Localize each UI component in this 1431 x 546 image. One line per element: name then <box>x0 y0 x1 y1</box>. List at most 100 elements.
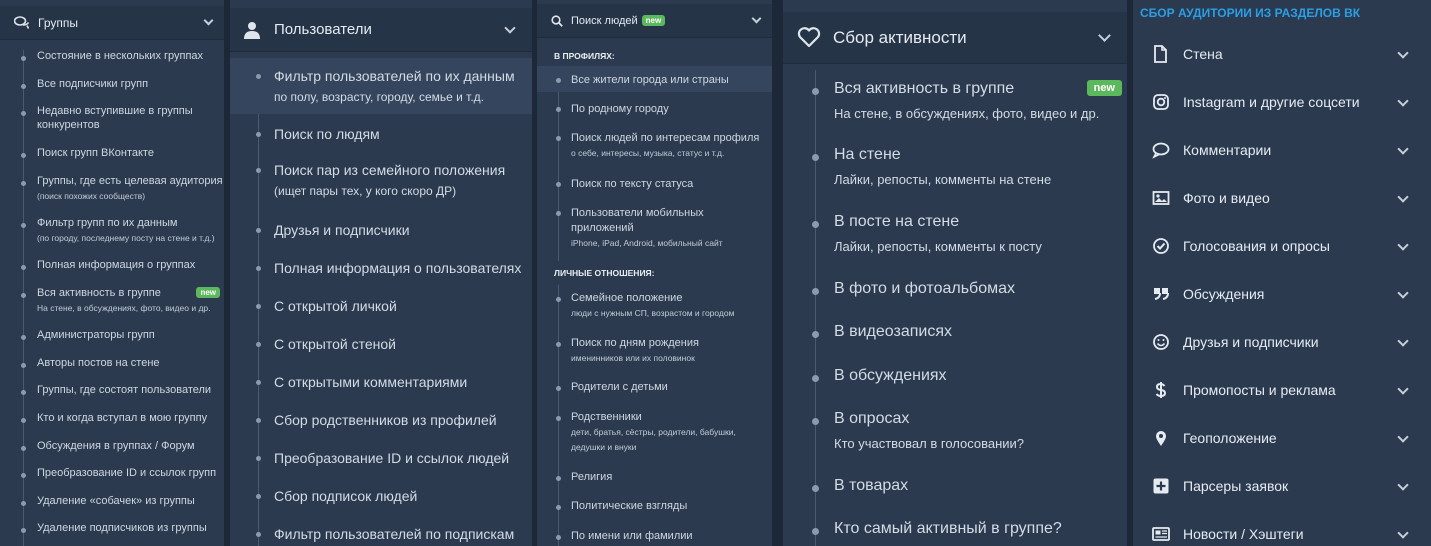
chevron-down-icon[interactable] <box>1397 47 1409 59</box>
tree-line <box>815 70 816 546</box>
user-menu-item[interactable]: Преобразование ID и ссылок людей <box>230 448 532 482</box>
chevron-down-icon[interactable] <box>504 21 516 34</box>
item-sub: Лайки, репосты, комменты на стене <box>834 172 1052 187</box>
people-menu-item[interactable]: По имени или фамилии <box>537 530 772 546</box>
comments-icon <box>14 15 30 29</box>
user-menu-item[interactable]: Поиск по людям <box>230 124 532 158</box>
people-menu-item[interactable]: Все жители города или страны <box>537 66 772 92</box>
section-menu-item[interactable]: Фото и видео <box>1133 187 1431 211</box>
bullet-dot <box>21 390 26 395</box>
activity-menu-item[interactable]: В видеозаписях <box>783 323 1127 349</box>
user-menu-item[interactable]: С открытой стеной <box>230 334 532 368</box>
people-header[interactable]: Поиск людей new <box>537 4 772 38</box>
group-menu-item[interactable]: Группы, где состоят пользователи <box>0 384 224 402</box>
user-menu-item[interactable]: Фильтр пользователей по подпискам <box>230 524 532 546</box>
section-label: Промопосты и реклама <box>1183 382 1336 398</box>
chevron-down-icon[interactable] <box>1098 28 1111 42</box>
group-menu-item[interactable]: Полная информация о группах <box>0 259 224 277</box>
section-menu-item[interactable]: Парсеры заявок <box>1133 475 1431 499</box>
group-menu-item[interactable]: Обсуждения в группах / Форум <box>0 440 224 458</box>
group-menu-item[interactable]: Преобразование ID и ссылок групп <box>0 467 224 485</box>
chevron-down-icon[interactable] <box>1397 479 1409 491</box>
bullet-dot <box>21 56 26 61</box>
group-menu-item[interactable]: Удаление подписчиков из группы <box>0 522 224 540</box>
chevron-down-icon[interactable] <box>1397 383 1409 395</box>
people-menu-item[interactable]: Пользователи мобильных приложений iPhone, … <box>537 206 772 252</box>
people-menu-item[interactable]: По родному городу <box>537 102 772 128</box>
user-menu-item[interactable]: Фильтр пользователей по их данным по полу… <box>230 58 532 114</box>
people-menu-item[interactable]: Политические взгляды <box>537 500 772 520</box>
groups-header[interactable]: Группы <box>0 6 224 40</box>
bullet-dot <box>256 266 261 271</box>
activity-menu-item[interactable]: На стене Лайки, репосты, комменты на стен… <box>783 146 1127 196</box>
item-label: Фильтр пользователей по подпискам <box>274 526 515 542</box>
people-menu-item[interactable]: Поиск людей по интересам профиля о себе, … <box>537 131 772 165</box>
group-menu-item[interactable]: Поиск групп ВКонтакте <box>0 147 224 165</box>
user-menu-item[interactable]: С открытыми комментариями <box>230 372 532 406</box>
chevron-down-icon[interactable] <box>1397 239 1409 251</box>
chevron-down-icon[interactable] <box>1397 287 1409 299</box>
user-menu-item[interactable]: Полная информация о пользователях <box>230 258 532 292</box>
user-menu-item[interactable]: Сбор подписок людей <box>230 486 532 520</box>
people-menu-item[interactable]: Семейное положение люди с нужным СП, возр… <box>537 292 772 326</box>
chevron-down-icon[interactable] <box>1397 95 1409 107</box>
item-sub: по полу, возрасту, городу, семье и т.д. <box>274 90 485 104</box>
item-label: В опросах <box>834 410 910 427</box>
section-menu-item[interactable]: Стена <box>1133 43 1431 67</box>
chevron-down-icon[interactable] <box>1397 143 1409 155</box>
section-menu-item[interactable]: Промопосты и реклама <box>1133 379 1431 403</box>
item-label: С открытыми комментариями <box>274 374 468 390</box>
chevron-down-icon[interactable] <box>1397 191 1409 203</box>
user-menu-item[interactable]: Сбор родственников из профилей <box>230 410 532 444</box>
group-menu-item[interactable]: Недавно вступившие в группы конкурентов <box>0 105 224 135</box>
section-label: Голосования и опросы <box>1183 238 1330 254</box>
people-menu-item[interactable]: Поиск по тексту статуса <box>537 177 772 203</box>
item-label: Фильтр групп по их данным <box>37 217 178 229</box>
section-menu-item[interactable]: Обсуждения <box>1133 283 1431 307</box>
chevron-down-icon[interactable] <box>203 15 214 26</box>
activity-header[interactable]: Сбор активности <box>783 12 1127 64</box>
user-menu-item[interactable]: Друзья и подписчики <box>230 220 532 254</box>
activity-menu-item[interactable]: В посте на стене Лайки, репосты, комменты… <box>783 213 1127 263</box>
section-menu-item[interactable]: Instagram и другие соцсети <box>1133 91 1431 115</box>
people-menu-item[interactable]: Родственники дети, братья, сёстры, родите… <box>537 411 772 461</box>
bullet-dot <box>556 136 561 141</box>
section-menu-item[interactable]: Друзья и подписчики <box>1133 331 1431 355</box>
group-menu-item[interactable]: Удаление «собачек» из группы <box>0 495 224 513</box>
group-menu-item[interactable]: Авторы постов на стене <box>0 357 224 375</box>
section-menu-item[interactable]: Новости / Хэштеги <box>1133 523 1431 546</box>
chevron-down-icon[interactable] <box>751 13 762 24</box>
item-label: Преобразование ID и ссылок людей <box>274 450 510 466</box>
activity-menu-item[interactable]: В фото и фотоальбомах <box>783 280 1127 306</box>
users-header[interactable]: Пользователи <box>230 8 532 52</box>
activity-menu-item[interactable]: В товарах <box>783 477 1127 503</box>
activity-menu-item[interactable]: В обсуждениях <box>783 367 1127 393</box>
people-menu-item[interactable]: Религия <box>537 471 772 491</box>
user-menu-item[interactable]: Поиск пар из семейного положения (ищет па… <box>230 160 532 216</box>
chevron-down-icon[interactable] <box>1397 431 1409 443</box>
bullet-dot <box>812 528 819 535</box>
bullet-dot <box>21 473 26 478</box>
group-menu-item[interactable]: Группы, где есть целевая аудитория (поиск… <box>0 175 224 205</box>
quote-icon <box>1154 288 1169 300</box>
section-menu-item[interactable]: Геоположение <box>1133 427 1431 451</box>
bullet-dot <box>21 181 26 186</box>
group-menu-item[interactable]: Фильтр групп по их данным (по городу, пос… <box>0 217 224 247</box>
chevron-down-icon[interactable] <box>1397 335 1409 347</box>
group-menu-item[interactable]: Администраторы групп <box>0 329 224 347</box>
activity-menu-item[interactable]: Кто самый активный в группе? <box>783 520 1127 546</box>
group-menu-item[interactable]: Состояние в нескольких группах <box>0 50 224 68</box>
group-menu-item[interactable]: Кто и когда вступал в мою группу <box>0 412 224 430</box>
people-menu-item[interactable]: Поиск по дням рождения именинников или их… <box>537 337 772 371</box>
people-menu-item[interactable]: Родители с детьми <box>537 381 772 401</box>
activity-menu-item[interactable]: Вся активность в группе На стене, в обсуж… <box>783 80 1127 130</box>
bullet-dot <box>812 88 819 95</box>
group-menu-item[interactable]: Вся активность в группе На стене, в обсуж… <box>0 287 224 317</box>
group-menu-item[interactable]: Все подписчики групп <box>0 78 224 96</box>
section-menu-item[interactable]: Комментарии <box>1133 139 1431 163</box>
user-menu-item[interactable]: С открытой личкой <box>230 296 532 330</box>
activity-menu-item[interactable]: В опросах Кто участвовал в голосовании? <box>783 410 1127 460</box>
bullet-dot <box>256 168 261 173</box>
chevron-down-icon[interactable] <box>1397 527 1409 539</box>
section-menu-item[interactable]: Голосования и опросы <box>1133 235 1431 259</box>
